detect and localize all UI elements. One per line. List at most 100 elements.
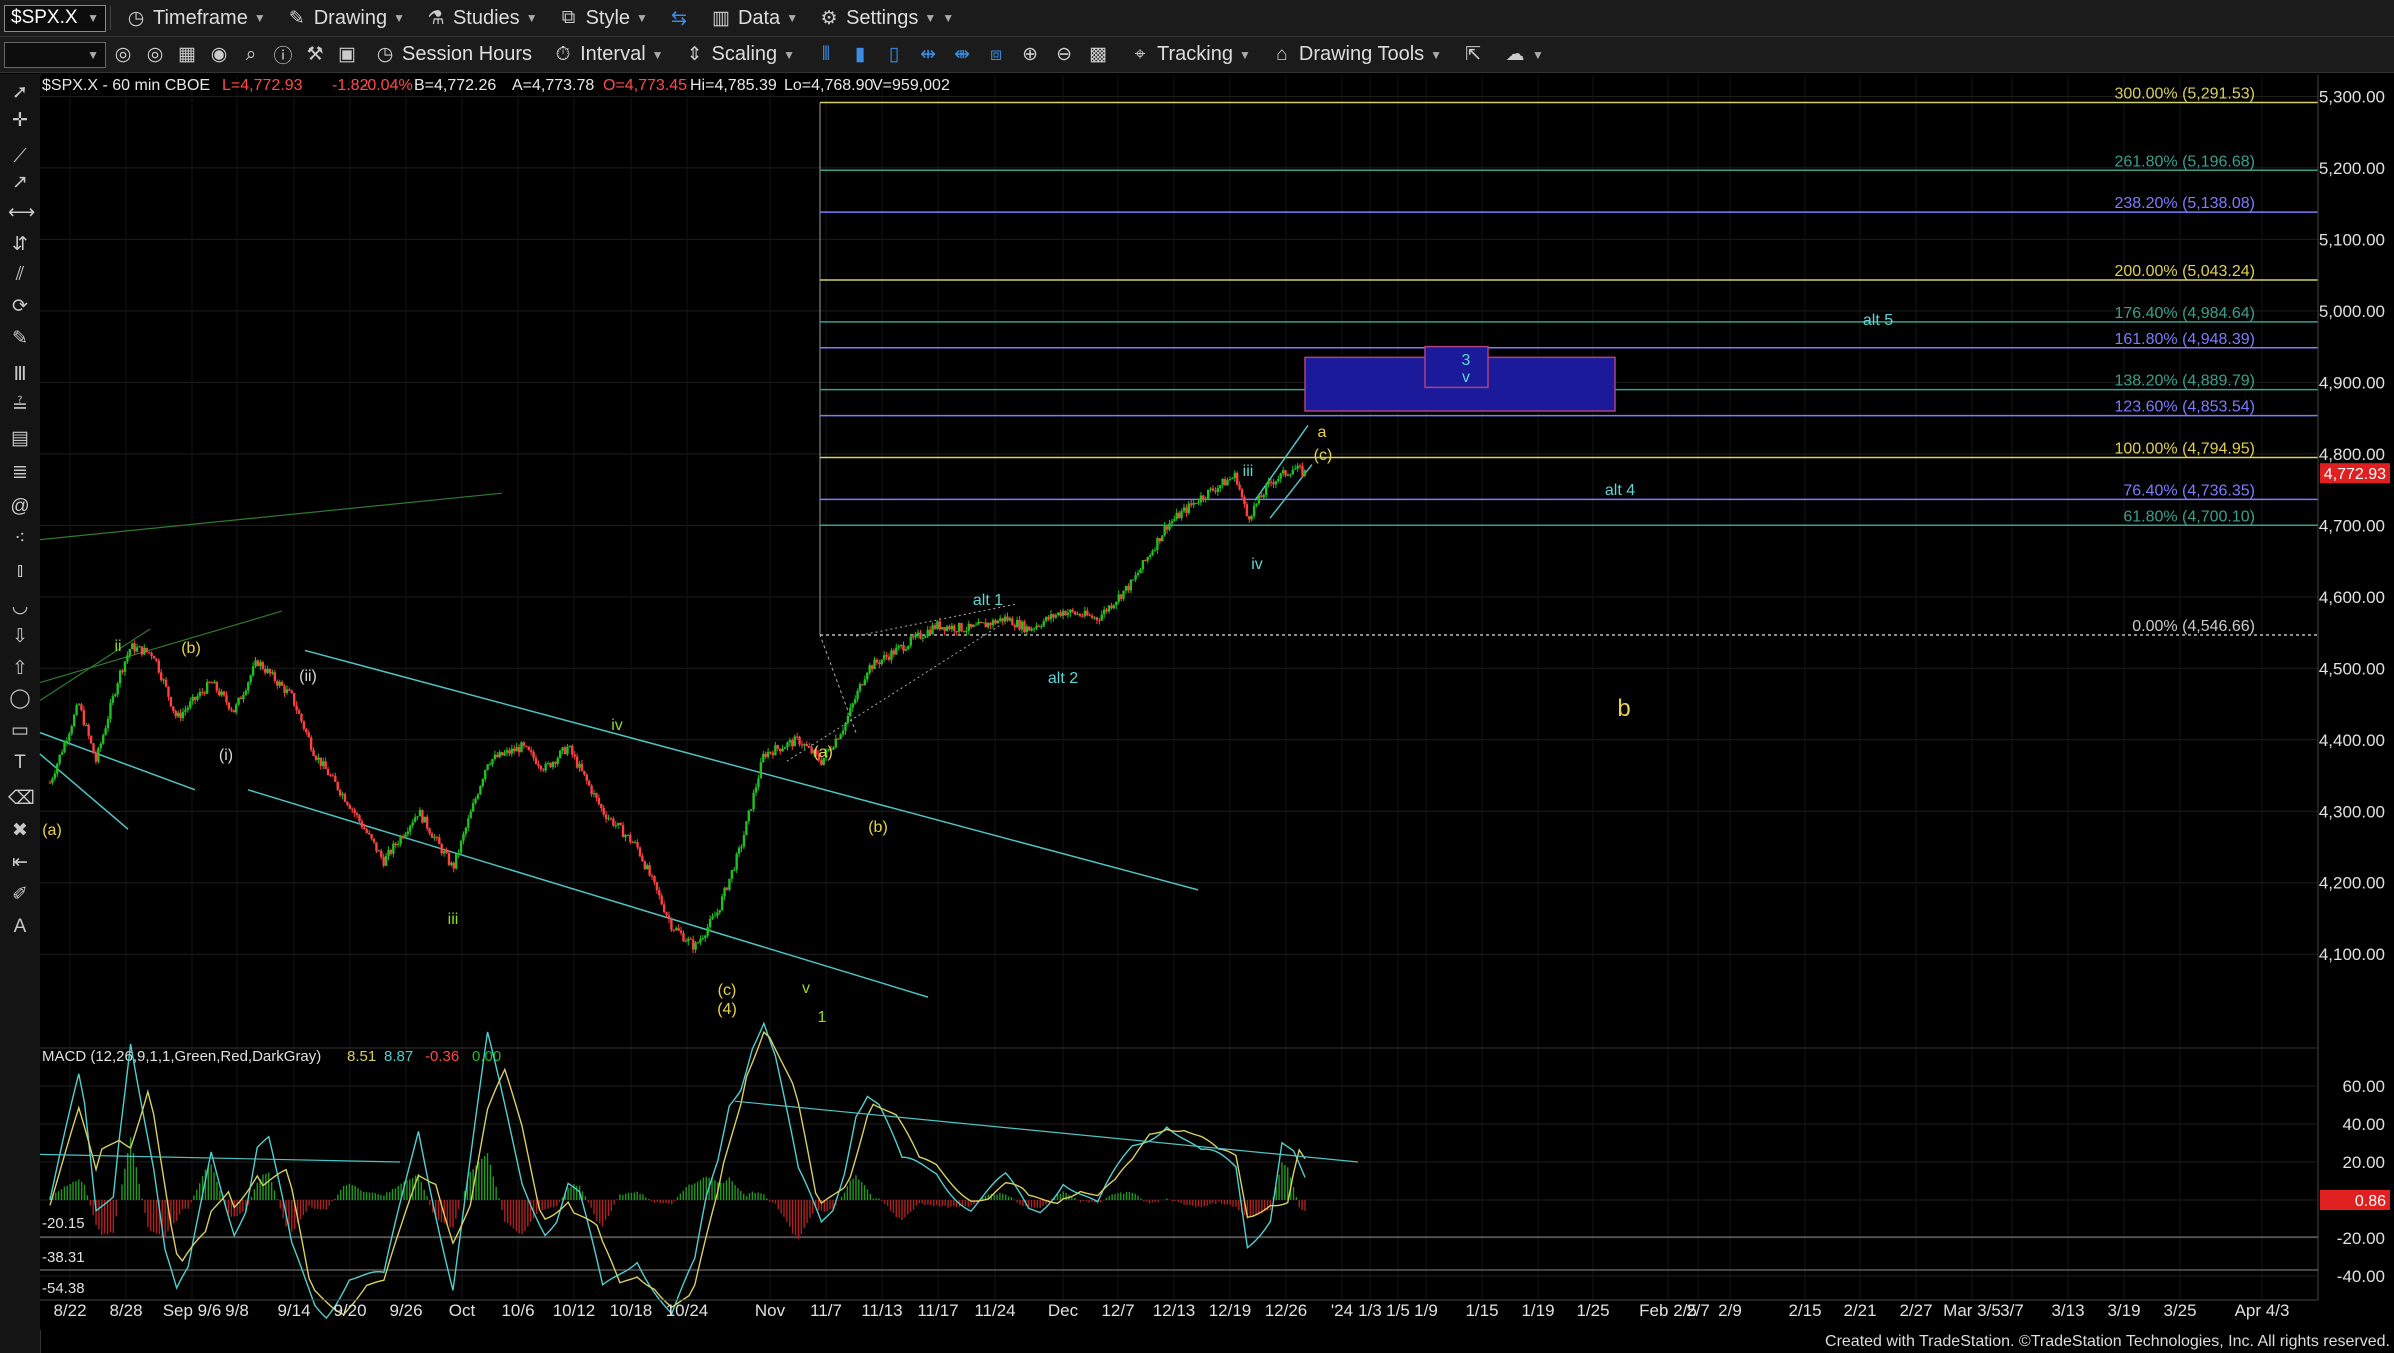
candle-body (1187, 503, 1191, 513)
date-tick-label: 2/21 (1843, 1301, 1876, 1320)
candle-body (1175, 512, 1178, 520)
candle-body (1211, 488, 1215, 491)
date-tick-label: 3/13 (2051, 1301, 2084, 1320)
price-tick-label: 4,500.00 (2319, 659, 2385, 678)
candle-body (256, 660, 260, 667)
candle-body (583, 770, 586, 775)
candle-body (97, 748, 100, 762)
candle-body (684, 941, 688, 943)
candle-body (648, 865, 651, 876)
candle-body (312, 749, 315, 756)
candle-body (1115, 601, 1118, 605)
candle-body (442, 851, 446, 854)
candle-body (979, 621, 983, 623)
candle-body (389, 849, 393, 854)
candle-body (943, 627, 946, 631)
candle-body (406, 831, 410, 835)
candle-body (343, 793, 347, 802)
date-tick-label: 11/7 (810, 1301, 842, 1320)
candle-body (614, 825, 617, 827)
candle-body (571, 745, 574, 755)
candle-body (878, 662, 881, 665)
header-field: Hi=4,785.39 (690, 77, 777, 94)
candle-body (459, 840, 463, 853)
candle-body (48, 782, 52, 784)
macd-value: 8.87 (384, 1048, 413, 1065)
price-tick-label: 4,800.00 (2319, 445, 2385, 464)
candle-body (849, 707, 852, 717)
candle-body (776, 745, 779, 749)
candle-body (87, 724, 90, 736)
candle-body (215, 681, 219, 691)
candle-body (331, 775, 335, 777)
candle-body (737, 847, 741, 854)
candle-body (587, 780, 591, 786)
wave-label: iii (1243, 463, 1254, 480)
candle-body (868, 665, 871, 673)
price-tick-label: 5,100.00 (2319, 230, 2385, 249)
candle-body (387, 849, 390, 857)
candle-body (63, 742, 66, 753)
fib-level-label: 238.20% (5,138.08) (2114, 195, 2255, 212)
candle-body (1194, 502, 1198, 504)
candle-body (488, 764, 492, 766)
macd-left-label: -20.15 (42, 1215, 85, 1232)
date-tick-label: Nov (755, 1301, 786, 1320)
candle-body (747, 810, 750, 822)
wave-label: v (1462, 369, 1470, 386)
candle-body (1153, 549, 1157, 551)
candle-body (297, 710, 301, 714)
candle-body (486, 764, 489, 770)
candle-body (781, 748, 784, 752)
price-tick-label: 4,200.00 (2319, 874, 2385, 893)
candle-body (1223, 479, 1227, 486)
candle-body (353, 809, 356, 814)
candle-body (317, 757, 320, 760)
candle-body (336, 781, 339, 790)
candle-body (455, 853, 458, 869)
candle-body (921, 637, 925, 639)
candle-body (1228, 479, 1232, 481)
wave-label: (b) (181, 640, 201, 657)
candle-body (1245, 504, 1249, 517)
candle-body (268, 668, 272, 674)
date-tick-label: Oct (449, 1301, 476, 1320)
candle-body (203, 692, 206, 694)
candle-body (1192, 502, 1195, 505)
candle-body (484, 769, 487, 780)
candle-body (566, 746, 569, 755)
candle-body (423, 816, 426, 823)
wave-label: (4) (717, 1001, 737, 1018)
candle-body (597, 797, 601, 805)
candle-body (544, 763, 547, 771)
date-tick-label: 11/17 (917, 1301, 958, 1320)
price-chart[interactable]: 300.00% (5,291.53) 261.80% (5,196.68) 238.… (0, 0, 2394, 1353)
candle-body (210, 682, 214, 684)
date-tick-label: 10/6 (501, 1301, 534, 1320)
candle-body (660, 895, 663, 905)
candle-body (68, 733, 71, 741)
candle-body (856, 690, 859, 700)
candle-body (1136, 573, 1140, 576)
candle-body (263, 669, 267, 673)
candle-body (464, 827, 468, 834)
candle-body (723, 887, 726, 897)
candle-body (1100, 614, 1103, 621)
candle-body (1264, 484, 1268, 496)
candle-body (728, 878, 731, 890)
candle-body (999, 618, 1002, 621)
candle-body (1139, 569, 1142, 574)
candle-body (440, 844, 443, 854)
candle-body (1204, 498, 1207, 500)
candle-body (392, 843, 395, 854)
candle-body (841, 730, 845, 735)
candle-body (846, 716, 850, 723)
candle-body (1090, 615, 1094, 618)
candle-body (179, 712, 182, 719)
candle-body (960, 623, 963, 632)
candle-body (1040, 626, 1043, 628)
candle-body (225, 695, 228, 703)
candle-body (239, 697, 243, 700)
date-tick-label: 2/7 (1686, 1301, 1710, 1320)
candle-body (1013, 625, 1016, 628)
